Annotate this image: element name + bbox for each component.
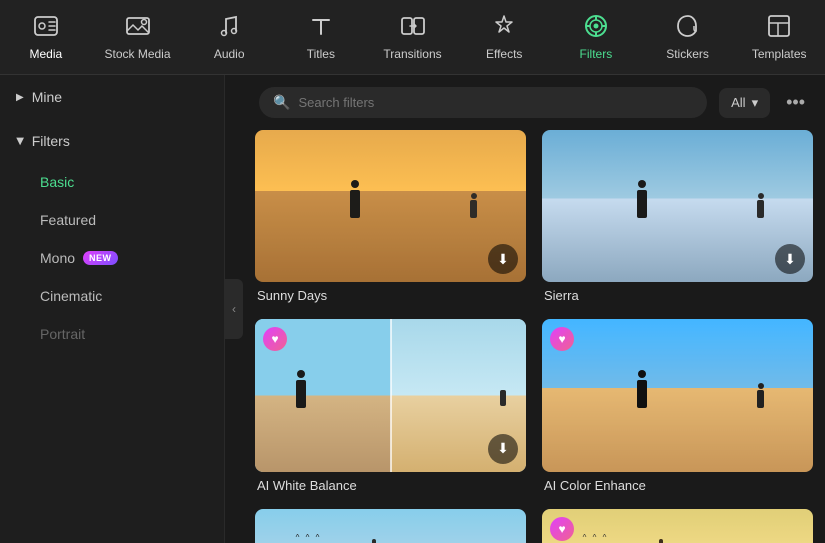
search-wrapper[interactable]: 🔍 [259, 87, 707, 118]
sidebar-basic-label: Basic [40, 174, 74, 190]
sidebar-collapse-handle[interactable]: ‹ [225, 279, 243, 339]
drum1-thumbnail: ^ ^ ^ ^ ^ ^ ^ ^ [255, 509, 526, 543]
collapse-arrow-icon: ‹ [232, 302, 236, 316]
ai-color-enhance-thumbnail: ♥ [542, 319, 813, 471]
sunny-days-figure [350, 190, 360, 218]
nav-item-effects[interactable]: Effects [458, 0, 550, 75]
nav-label-transitions: Transitions [383, 47, 441, 61]
nav-item-filters[interactable]: Filters [550, 0, 642, 75]
sidebar-filters-label: Filters [32, 133, 70, 149]
nav-item-media[interactable]: Media [0, 0, 92, 75]
sidebar-featured-label: Featured [40, 212, 96, 228]
sidebar-item-cinematic[interactable]: Cinematic [0, 277, 224, 315]
filter-grid: ⬇ Sunny Days ⬇ Sierra [243, 130, 825, 543]
drum1-pole [372, 539, 376, 543]
drum2-heart-icon: ♥ [550, 517, 574, 541]
sidebar-item-basic[interactable]: Basic [0, 163, 224, 201]
nav-label-effects: Effects [486, 47, 522, 61]
filter-card-ai-color-enhance[interactable]: ♥ AI Color Enhance [542, 319, 813, 492]
filter-card-drum2[interactable]: ^ ^ ^ ^ ^ ^ ^ ^ ♥ [542, 509, 813, 543]
sidebar-item-mono[interactable]: Mono NEW [0, 239, 224, 277]
filter-card-ai-white-balance[interactable]: ♥ ⬇ AI White Balance [255, 319, 526, 492]
more-icon: ••• [786, 92, 805, 112]
nav-label-stock-media: Stock Media [104, 47, 170, 61]
stickers-icon [675, 13, 701, 43]
ai-white-balance-thumbnail: ♥ ⬇ [255, 319, 526, 471]
nav-item-stickers[interactable]: Stickers [642, 0, 734, 75]
ai-color-enhance-label: AI Color Enhance [542, 478, 813, 493]
filter-chevron-icon: ▾ [752, 95, 759, 111]
nav-item-templates[interactable]: Templates [733, 0, 825, 75]
nav-label-media: Media [29, 47, 62, 61]
sidebar-item-portrait[interactable]: Portrait [0, 315, 224, 353]
effects-icon [491, 13, 517, 43]
split-line [390, 319, 392, 471]
sidebar-item-featured[interactable]: Featured [0, 201, 224, 239]
search-bar: 🔍 All ▾ ••• [243, 75, 825, 130]
drum2-thumbnail: ^ ^ ^ ^ ^ ^ ^ ^ ♥ [542, 509, 813, 543]
nav-label-audio: Audio [214, 47, 245, 61]
sidebar-cinematic-label: Cinematic [40, 288, 102, 304]
filter-card-sierra[interactable]: ⬇ Sierra [542, 130, 813, 303]
nav-item-audio[interactable]: Audio [183, 0, 275, 75]
sunny-days-figure-small [470, 200, 477, 218]
top-nav: Media Stock Media Audio Titles [0, 0, 825, 75]
main-area: ▶ Mine ▶ Filters Basic Featured Mono NEW… [0, 75, 825, 543]
sidebar-mine-label: Mine [32, 89, 62, 105]
sidebar-mine-section[interactable]: ▶ Mine [0, 75, 224, 119]
sidebar-mono-label: Mono [40, 250, 75, 266]
nav-item-titles[interactable]: Titles [275, 0, 367, 75]
sidebar-portrait-label: Portrait [40, 326, 85, 342]
templates-icon [766, 13, 792, 43]
titles-icon [308, 13, 334, 43]
nav-label-titles: Titles [307, 47, 335, 61]
filters-icon [583, 13, 609, 43]
sierra-label: Sierra [542, 288, 813, 303]
transitions-icon [400, 13, 426, 43]
stock-media-icon [125, 13, 151, 43]
filter-card-drum1[interactable]: ^ ^ ^ ^ ^ ^ ^ ^ [255, 509, 526, 543]
sierra-figure [637, 190, 647, 218]
search-input[interactable] [298, 95, 693, 110]
sunny-days-thumbnail: ⬇ [255, 130, 526, 282]
ai-wb-figure-left [296, 380, 306, 408]
nav-label-templates: Templates [752, 47, 807, 61]
mine-arrow-icon: ▶ [16, 92, 24, 103]
media-icon [33, 13, 59, 43]
ai-color-figure [637, 380, 647, 408]
ai-wb-figure-right [500, 390, 506, 406]
sierra-figure-small [757, 200, 764, 218]
nav-item-stock-media[interactable]: Stock Media [92, 0, 184, 75]
sidebar-filters-section[interactable]: ▶ Filters [0, 119, 224, 163]
ai-color-figure-small [757, 390, 764, 408]
ai-white-balance-label: AI White Balance [255, 478, 526, 493]
drum1-birds-icon: ^ ^ ^ ^ ^ ^ ^ ^ [296, 532, 327, 543]
search-icon: 🔍 [273, 94, 290, 111]
sidebar: ▶ Mine ▶ Filters Basic Featured Mono NEW… [0, 75, 225, 543]
filter-all-label: All [731, 95, 745, 110]
drum2-birds-icon: ^ ^ ^ ^ ^ ^ ^ ^ [583, 532, 614, 543]
drum2-pole [659, 539, 663, 543]
mono-new-badge: NEW [83, 251, 118, 265]
nav-label-stickers: Stickers [666, 47, 709, 61]
audio-icon [216, 13, 242, 43]
content-panel: 🔍 All ▾ ••• ⬇ Su [243, 75, 825, 543]
nav-label-filters: Filters [580, 47, 613, 61]
nav-item-transitions[interactable]: Transitions [367, 0, 459, 75]
filter-all-button[interactable]: All ▾ [719, 88, 770, 118]
filter-card-sunny-days[interactable]: ⬇ Sunny Days [255, 130, 526, 303]
sunny-days-label: Sunny Days [255, 288, 526, 303]
ai-white-balance-download-icon[interactable]: ⬇ [488, 434, 518, 464]
more-options-button[interactable]: ••• [782, 88, 809, 117]
sierra-thumbnail: ⬇ [542, 130, 813, 282]
filters-arrow-icon: ▶ [14, 137, 25, 145]
